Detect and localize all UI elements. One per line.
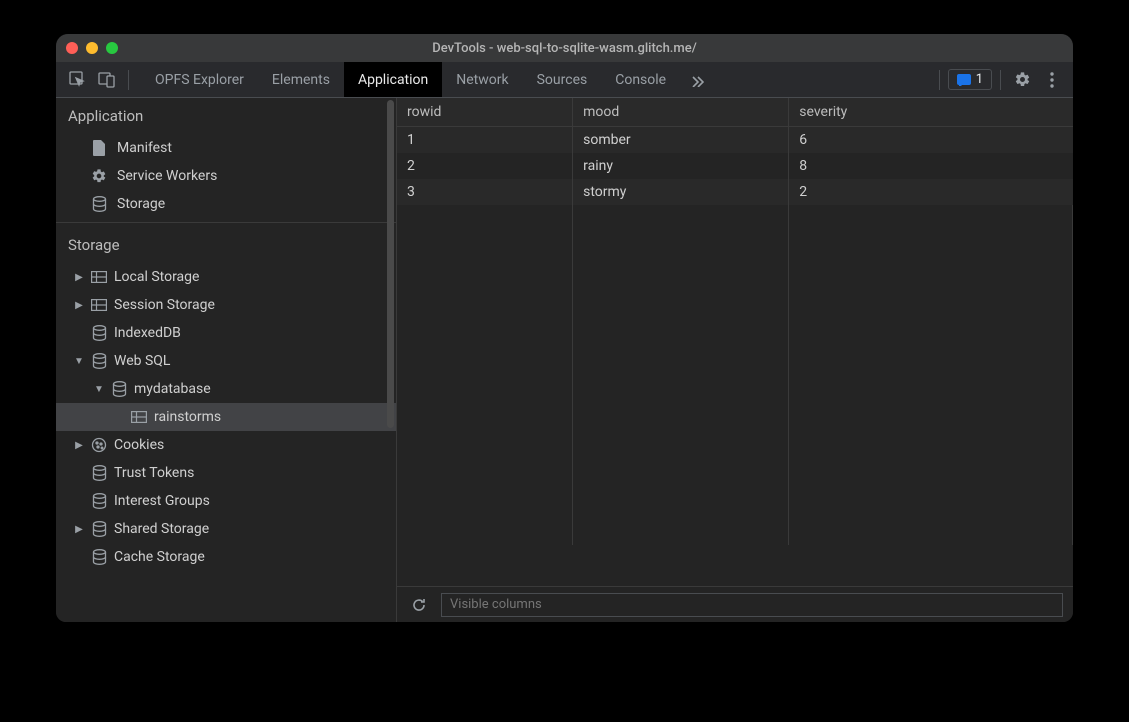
chevron-right-icon: ▶	[74, 440, 84, 451]
tree-item-rainstorms[interactable]: ▶ rainstorms	[56, 403, 396, 431]
column-header-rowid[interactable]: rowid	[397, 98, 573, 127]
table-icon	[90, 268, 108, 286]
more-tabs-button[interactable]	[680, 62, 714, 97]
table-icon	[130, 408, 148, 426]
tree-item-mydatabase[interactable]: ▼ mydatabase	[56, 375, 396, 403]
database-icon	[90, 324, 108, 342]
tab-application[interactable]: Application	[344, 62, 442, 97]
chevron-right-icon: ▶	[74, 272, 84, 283]
tab-sources[interactable]: Sources	[523, 62, 602, 97]
window-title: DevTools - web-sql-to-sqlite-wasm.glitch…	[56, 41, 1073, 56]
visible-columns-input[interactable]	[441, 593, 1063, 617]
tab-elements[interactable]: Elements	[258, 62, 344, 97]
issues-count: 1	[976, 72, 983, 87]
tree-item-trust-tokens[interactable]: ▶ Trust Tokens	[56, 459, 396, 487]
table-row[interactable]: 2 rainy 8	[397, 153, 1073, 179]
device-toolbar-icon[interactable]	[94, 67, 120, 93]
column-header-mood[interactable]: mood	[573, 98, 789, 127]
table-icon	[90, 296, 108, 314]
kebab-menu-icon[interactable]	[1039, 67, 1065, 93]
tree-item-indexeddb[interactable]: ▶ IndexedDB	[56, 319, 396, 347]
settings-icon[interactable]	[1009, 67, 1035, 93]
database-icon	[110, 380, 128, 398]
database-icon	[90, 520, 108, 538]
table-row[interactable]: 3 stormy 2	[397, 179, 1073, 205]
inspect-element-icon[interactable]	[64, 67, 90, 93]
chevron-down-icon: ▼	[74, 356, 84, 367]
tab-console[interactable]: Console	[601, 62, 680, 97]
refresh-button[interactable]	[407, 593, 431, 617]
application-sidebar: Application Manifest Service Workers Sto…	[56, 98, 396, 622]
chevron-right-icon: ▶	[74, 524, 84, 535]
tree-item-web-sql[interactable]: ▼ Web SQL	[56, 347, 396, 375]
database-icon	[90, 352, 108, 370]
database-icon	[90, 464, 108, 482]
tree-item-session-storage[interactable]: ▶ Session Storage	[56, 291, 396, 319]
chevron-right-icon: ▶	[74, 300, 84, 311]
table-content-panel: rowid mood severity 1 somber 6 2	[396, 98, 1073, 622]
gear-icon	[90, 167, 108, 185]
data-table: rowid mood severity 1 somber 6 2	[397, 98, 1073, 545]
tab-opfs-explorer[interactable]: OPFS Explorer	[141, 62, 258, 97]
tree-item-local-storage[interactable]: ▶ Local Storage	[56, 263, 396, 291]
cookie-icon	[90, 436, 108, 454]
document-icon	[90, 139, 108, 157]
close-window-button[interactable]	[66, 42, 78, 54]
section-application-title: Application	[56, 98, 396, 134]
database-icon	[90, 195, 108, 213]
sidebar-item-manifest[interactable]: Manifest	[56, 134, 396, 162]
table-row[interactable]: 1 somber 6	[397, 127, 1073, 154]
table-header-row: rowid mood severity	[397, 98, 1073, 127]
issues-badge[interactable]: 1	[948, 69, 992, 90]
tree-item-cookies[interactable]: ▶ Cookies	[56, 431, 396, 459]
column-header-severity[interactable]: severity	[789, 98, 1073, 127]
tab-network[interactable]: Network	[442, 62, 522, 97]
section-storage-title: Storage	[56, 227, 396, 263]
devtools-window: DevTools - web-sql-to-sqlite-wasm.glitch…	[56, 34, 1073, 622]
tree-item-interest-groups[interactable]: ▶ Interest Groups	[56, 487, 396, 515]
database-icon	[90, 492, 108, 510]
panel-tabs: OPFS Explorer Elements Application Netwo…	[141, 62, 714, 97]
database-icon	[90, 548, 108, 566]
sidebar-item-service-workers[interactable]: Service Workers	[56, 162, 396, 190]
table-footer	[397, 586, 1073, 622]
window-titlebar: DevTools - web-sql-to-sqlite-wasm.glitch…	[56, 34, 1073, 62]
maximize-window-button[interactable]	[106, 42, 118, 54]
sidebar-item-storage[interactable]: Storage	[56, 190, 396, 218]
main-toolbar: OPFS Explorer Elements Application Netwo…	[56, 62, 1073, 98]
minimize-window-button[interactable]	[86, 42, 98, 54]
tree-item-cache-storage[interactable]: ▶ Cache Storage	[56, 543, 396, 571]
tree-item-shared-storage[interactable]: ▶ Shared Storage	[56, 515, 396, 543]
chevron-down-icon: ▼	[94, 384, 104, 395]
sidebar-scrollbar[interactable]	[387, 100, 394, 428]
